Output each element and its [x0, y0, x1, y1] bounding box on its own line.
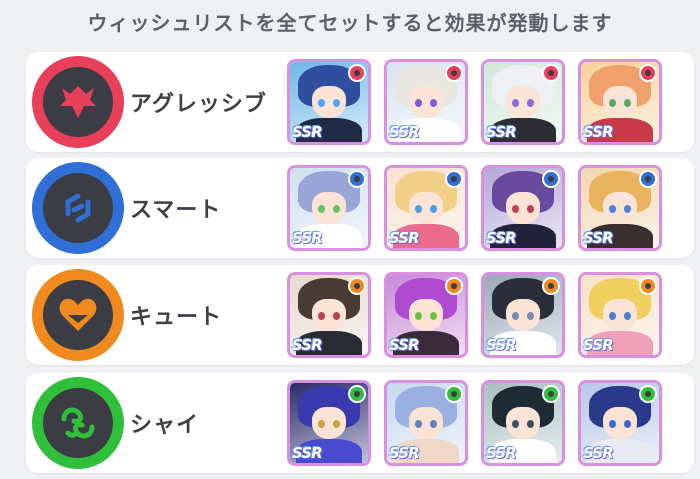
- row-label: キュート: [130, 305, 223, 330]
- attribute-badge-icon: [445, 170, 463, 188]
- rarity-label: SSR: [583, 336, 614, 354]
- rarity-label: SSR: [486, 229, 517, 247]
- attribute-badge-icon: [542, 277, 560, 295]
- cute-icon: [32, 269, 124, 361]
- character-card[interactable]: SSR: [384, 165, 468, 251]
- character-card[interactable]: SSR: [481, 165, 565, 251]
- rarity-label: SSR: [292, 444, 323, 462]
- character-card[interactable]: SSR: [384, 59, 468, 145]
- attribute-badge-icon: [639, 170, 657, 188]
- rarity-label: SSR: [486, 336, 517, 354]
- attribute-badge-icon: [639, 385, 657, 403]
- attribute-badge-icon: [542, 385, 560, 403]
- rarity-label: SSR: [486, 123, 517, 141]
- character-card[interactable]: SSR: [481, 380, 565, 466]
- rarity-label: SSR: [389, 123, 420, 141]
- shy-icon: [32, 377, 124, 469]
- rarity-label: SSR: [583, 444, 614, 462]
- attribute-badge-icon: [542, 170, 560, 188]
- attribute-badge-icon: [348, 277, 366, 295]
- row-label: シャイ: [130, 413, 200, 438]
- attribute-badge-icon: [348, 170, 366, 188]
- wishlist-row: スマート SSR SSR SSR SSR: [26, 158, 694, 258]
- character-card[interactable]: SSR: [384, 272, 468, 358]
- character-card[interactable]: SSR: [384, 380, 468, 466]
- rarity-label: SSR: [292, 229, 323, 247]
- character-card[interactable]: SSR: [578, 59, 662, 145]
- rarity-label: SSR: [292, 336, 323, 354]
- page-title: ウィッシュリストを全てセットすると効果が発動します: [87, 10, 613, 35]
- character-card[interactable]: SSR: [287, 272, 371, 358]
- rarity-label: SSR: [389, 336, 420, 354]
- character-card[interactable]: SSR: [578, 380, 662, 466]
- rarity-label: SSR: [583, 123, 614, 141]
- rarity-label: SSR: [486, 444, 517, 462]
- character-card[interactable]: SSR: [578, 272, 662, 358]
- character-card[interactable]: SSR: [578, 165, 662, 251]
- wishlist-row: シャイ SSR SSR SSR SSR: [26, 373, 694, 473]
- wishlist-row: キュート SSR SSR SSR SSR: [26, 265, 694, 365]
- character-card[interactable]: SSR: [287, 59, 371, 145]
- attribute-badge-icon: [639, 64, 657, 82]
- rarity-label: SSR: [583, 229, 614, 247]
- attribute-badge-icon: [445, 277, 463, 295]
- wishlist-row: アグレッシブ SSR SSR SSR SSR: [26, 52, 694, 152]
- smart-icon: [32, 162, 124, 254]
- row-label: アグレッシブ: [130, 92, 267, 117]
- character-card[interactable]: SSR: [481, 272, 565, 358]
- rarity-label: SSR: [389, 229, 420, 247]
- attribute-badge-icon: [639, 277, 657, 295]
- character-card[interactable]: SSR: [287, 165, 371, 251]
- attribute-badge-icon: [348, 64, 366, 82]
- attribute-badge-icon: [445, 64, 463, 82]
- attribute-badge-icon: [348, 385, 366, 403]
- rarity-label: SSR: [292, 123, 323, 141]
- attribute-badge-icon: [445, 385, 463, 403]
- aggressive-icon: [32, 56, 124, 148]
- row-label: スマート: [130, 198, 222, 223]
- character-card[interactable]: SSR: [481, 59, 565, 145]
- attribute-badge-icon: [542, 64, 560, 82]
- rarity-label: SSR: [389, 444, 420, 462]
- character-card[interactable]: SSR: [287, 380, 371, 466]
